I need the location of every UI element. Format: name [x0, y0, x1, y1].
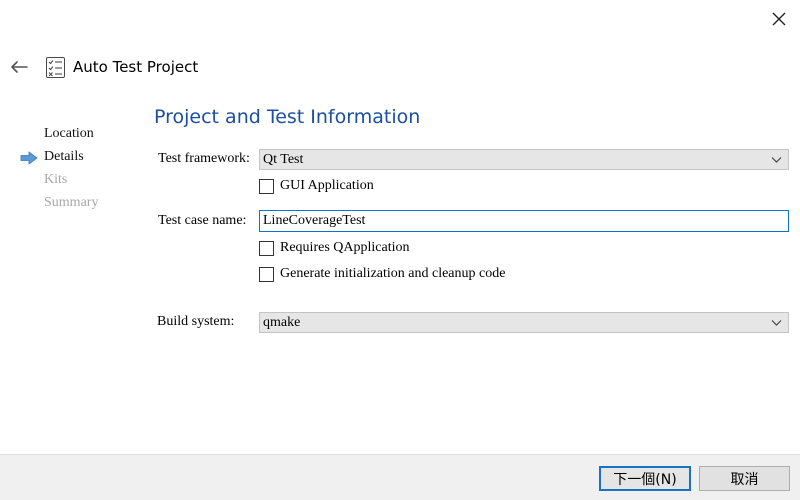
checkbox-box[interactable]: [259, 266, 274, 282]
checkbox-box[interactable]: [259, 240, 274, 256]
test-framework-select[interactable]: Qt Test: [259, 149, 789, 170]
back-button[interactable]: [6, 55, 32, 79]
step-label: Summary: [44, 195, 99, 210]
step-label: Kits: [44, 172, 68, 187]
chevron-down-icon: [771, 157, 782, 163]
window-title: Auto Test Project: [73, 58, 199, 76]
checklist-icon: [46, 57, 65, 78]
test-framework-value: Qt Test: [263, 152, 304, 167]
page-title: Project and Test Information: [154, 106, 421, 128]
next-button[interactable]: 下一個(N): [599, 466, 691, 491]
generate-init-cleanup-label: Generate initialization and cleanup code: [280, 266, 506, 281]
step-details[interactable]: Details: [20, 148, 130, 168]
build-system-value: qmake: [263, 315, 301, 330]
generate-init-cleanup-checkbox[interactable]: Generate initialization and cleanup code: [259, 265, 505, 283]
requires-qapplication-checkbox[interactable]: Requires QApplication: [259, 239, 409, 257]
checkbox-box[interactable]: [259, 178, 274, 194]
build-system-select[interactable]: qmake: [259, 312, 789, 333]
test-case-name-label: Test case name:: [158, 213, 247, 228]
step-kits[interactable]: Kits: [20, 171, 130, 191]
test-case-name-input[interactable]: LineCoverageTest: [259, 210, 789, 232]
close-icon: [772, 12, 786, 26]
requires-qapplication-label: Requires QApplication: [280, 240, 410, 255]
build-system-label: Build system:: [157, 314, 235, 329]
back-arrow-icon: [11, 61, 28, 73]
chevron-down-icon: [771, 320, 782, 326]
gui-application-checkbox[interactable]: GUI Application: [259, 177, 374, 195]
test-framework-label: Test framework:: [158, 151, 250, 166]
step-summary[interactable]: Summary: [20, 194, 130, 214]
step-label: Location: [44, 126, 94, 141]
step-label: Details: [44, 149, 84, 164]
button-bar: 下一個(N) 取消: [0, 454, 800, 500]
close-button[interactable]: [764, 6, 794, 32]
cancel-button[interactable]: 取消: [699, 466, 790, 491]
step-location[interactable]: Location: [20, 125, 130, 145]
gui-application-label: GUI Application: [280, 178, 374, 193]
current-step-arrow-icon: [20, 151, 38, 165]
